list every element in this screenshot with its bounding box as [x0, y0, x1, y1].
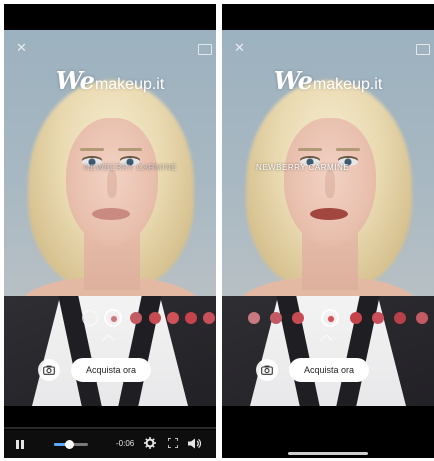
swatch[interactable]: [270, 312, 282, 324]
swatch[interactable]: [167, 312, 179, 324]
video-controls: -0:06: [4, 430, 216, 458]
swatch[interactable]: [372, 312, 384, 324]
video-progress[interactable]: [4, 427, 216, 429]
home-indicator[interactable]: [288, 452, 368, 455]
brand-logo: Wemakeup.it: [222, 66, 434, 95]
swatch[interactable]: [292, 312, 304, 324]
nose: [107, 170, 117, 198]
video-panel-right: ✕ Wemakeup.it NEWBERRY CARMINE Acquista …: [222, 4, 434, 458]
fullscreen-icon[interactable]: [168, 438, 178, 448]
camera-icon[interactable]: [38, 359, 60, 381]
pause-icon[interactable]: [16, 440, 24, 449]
swatch-carousel[interactable]: [222, 309, 434, 327]
swatch-carousel[interactable]: [4, 309, 216, 327]
card-icon[interactable]: [416, 44, 430, 55]
swatch-selected[interactable]: [321, 309, 339, 327]
nose: [325, 170, 335, 198]
swatch-selected[interactable]: [104, 309, 122, 327]
video-panel-left: ✕ Wemakeup.it NEWBERRY CARMINE Acquista …: [4, 4, 216, 458]
camera-glyph: [43, 365, 55, 375]
speaker-icon[interactable]: [188, 438, 201, 449]
swatch[interactable]: [149, 312, 161, 324]
brand-logo: Wemakeup.it: [4, 66, 216, 95]
logo-mark: We: [273, 66, 313, 95]
swatch[interactable]: [248, 312, 260, 324]
swatch[interactable]: [130, 312, 142, 324]
time-remaining: -0:06: [116, 439, 135, 448]
shade-label: NEWBERRY CARMINE: [256, 163, 350, 172]
shade-label: NEWBERRY CARMINE: [84, 163, 178, 172]
eyebrow: [336, 148, 360, 151]
logo-text: makeup.it: [94, 76, 165, 93]
swatch[interactable]: [350, 312, 362, 324]
volume-slider[interactable]: [54, 440, 88, 449]
camera-icon[interactable]: [256, 359, 278, 381]
swatch[interactable]: [185, 312, 197, 324]
swatch-empty[interactable]: [82, 310, 98, 326]
logo-mark: We: [55, 66, 95, 95]
swatch-selected-dot: [110, 315, 118, 323]
swatch[interactable]: [203, 312, 215, 324]
close-icon[interactable]: ✕: [234, 41, 245, 54]
logo-text: makeup.it: [312, 76, 383, 93]
swatch[interactable]: [416, 312, 428, 324]
buy-now-button[interactable]: Acquista ora: [289, 358, 369, 382]
swatch-selected-dot: [327, 315, 335, 323]
swatch[interactable]: [394, 312, 406, 324]
lips-with-lipstick: [310, 208, 348, 220]
camera-glyph: [261, 365, 273, 375]
close-icon[interactable]: ✕: [16, 41, 27, 54]
eyebrow: [118, 148, 142, 151]
lips: [92, 208, 130, 220]
eyebrow: [298, 148, 322, 151]
eyebrow: [80, 148, 104, 151]
volume-handle[interactable]: [64, 440, 74, 449]
card-icon[interactable]: [198, 44, 212, 55]
buy-now-button[interactable]: Acquista ora: [71, 358, 151, 382]
gear-icon[interactable]: [144, 437, 156, 449]
